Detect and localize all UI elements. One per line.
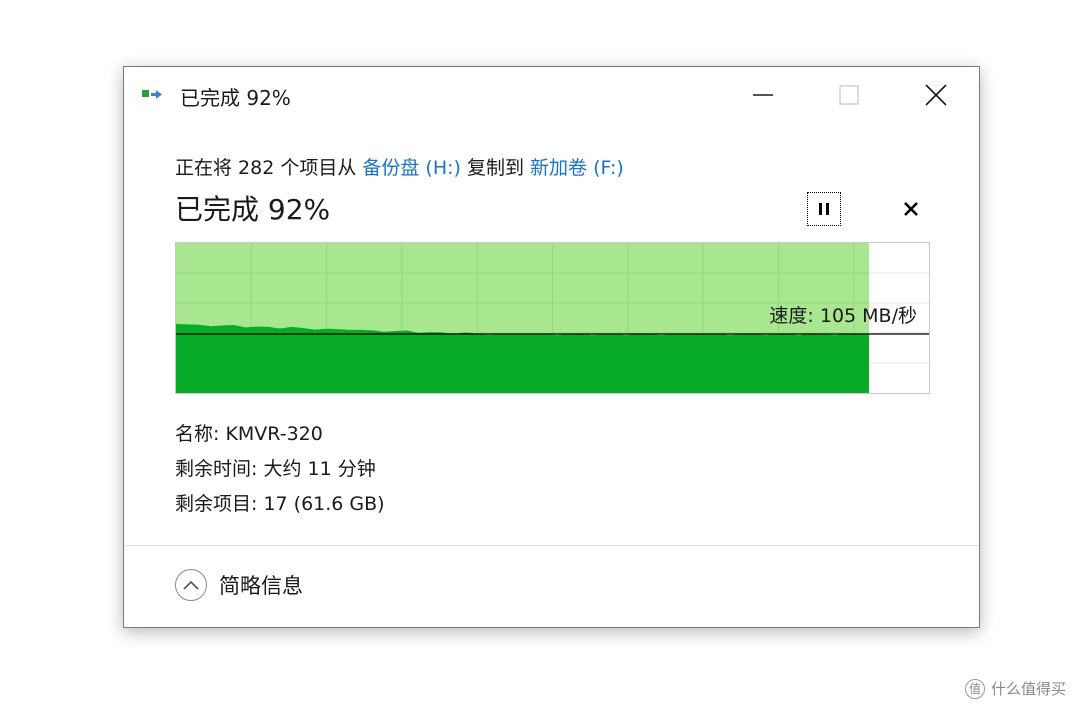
screenshot-canvas: 已完成 92% 正在将 282 个项目从 备份盘 (H:) 复制到 新加卷 (F… [0,0,1080,709]
cancel-button[interactable] [897,195,925,223]
maximize-button[interactable] [827,75,871,115]
file-copy-icon [142,87,164,103]
minimize-icon [753,94,773,96]
time-remaining-row: 剩余时间: 大约 11 分钟 [175,458,376,480]
cancel-icon [904,202,918,216]
copy-details: 名称: KMVR-320 剩余时间: 大约 11 分钟 剩余项目: 17 (61… [175,417,385,522]
copy-middle-text: 复制到 [460,157,531,179]
watermark-logo-icon: 值 [964,678,985,699]
speed-graph: 速度: 105 MB/秒 [175,242,930,394]
destination-drive-link[interactable]: 新加卷 (F:) [530,157,624,179]
chevron-up-icon [175,569,207,601]
watermark: 值 什么值得买 [964,678,1066,699]
minimize-button[interactable] [741,75,785,115]
title-bar[interactable]: 已完成 92% [124,67,979,123]
watermark-text: 什么值得买 [990,680,1066,698]
window-title: 已完成 92% [180,86,291,110]
source-drive-link[interactable]: 备份盘 (H:) [362,157,461,179]
fewer-details-label: 简略信息 [219,574,303,598]
copy-prefix-text: 正在将 282 个项目从 [175,157,363,179]
file-copy-dialog: 已完成 92% 正在将 282 个项目从 备份盘 (H:) 复制到 新加卷 (F… [123,66,980,628]
copy-description: 正在将 282 个项目从 备份盘 (H:) 复制到 新加卷 (F:) [175,153,624,180]
file-name-row: 名称: KMVR-320 [175,423,323,445]
progress-title: 已完成 92% [175,193,331,226]
pause-button[interactable] [807,192,841,226]
pause-icon [819,203,829,215]
items-remaining-row: 剩余项目: 17 (61.6 GB) [175,493,385,515]
fewer-details-toggle[interactable]: 简略信息 [175,569,303,601]
close-icon [925,84,947,106]
speed-label: 速度: 105 MB/秒 [769,305,917,327]
maximize-icon [839,85,859,105]
footer-divider [124,545,979,546]
close-button[interactable] [914,75,958,115]
